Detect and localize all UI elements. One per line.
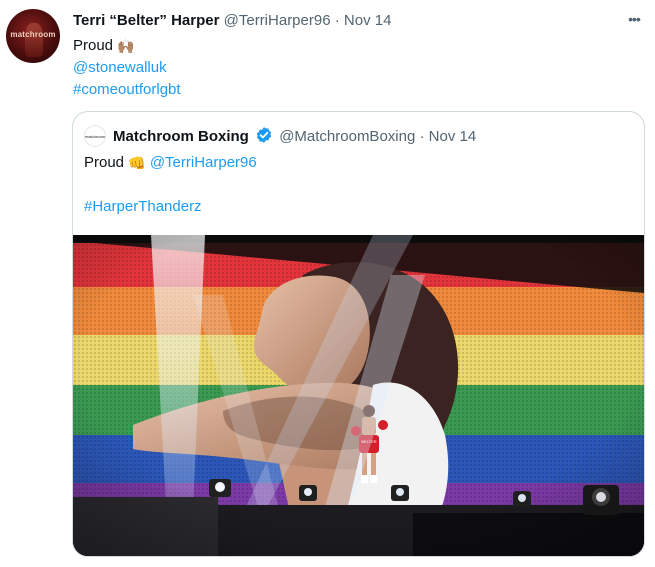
quoted-hashtag-link[interactable]: #HarperThanderz	[84, 197, 202, 217]
raised-hands-emoji-icon: 🙌🏽	[117, 38, 135, 54]
avatar-logo-text: matchroom	[10, 30, 56, 39]
quoted-tweet-header: Matchroom Boxing @MatchroomBoxing · Nov …	[113, 126, 476, 145]
quoted-display-name[interactable]: Matchroom Boxing	[113, 128, 249, 145]
tweet-date[interactable]: Nov 14	[344, 12, 392, 29]
tweet-text-proud: Proud	[73, 37, 114, 54]
quoted-author-avatar[interactable]: matchroom	[84, 125, 106, 147]
author-display-name[interactable]: Terri “Belter” Harper	[73, 12, 219, 29]
quoted-text-proud: Proud	[84, 154, 125, 171]
mention-link[interactable]: @stonewalluk	[73, 58, 167, 78]
author-avatar[interactable]: matchroom	[6, 9, 60, 63]
quoted-date[interactable]: Nov 14	[429, 128, 477, 145]
avatar-figure	[25, 23, 43, 57]
quoted-handle[interactable]: @MatchroomBoxing	[279, 128, 415, 145]
quoted-mention-link[interactable]: @TerriHarper96	[150, 154, 257, 171]
quoted-tweet-card[interactable]: matchroom Matchroom Boxing @MatchroomBox…	[72, 111, 645, 557]
more-options-icon[interactable]: •••	[622, 10, 646, 28]
quoted-header-separator: ·	[419, 128, 425, 145]
tweet-header: Terri “Belter” Harper @TerriHarper96 · N…	[73, 12, 391, 32]
verified-badge-icon	[256, 127, 272, 143]
author-handle[interactable]: @TerriHarper96	[224, 12, 331, 29]
quoted-tweet-text: Proud 👊 @TerriHarper96	[84, 153, 257, 173]
hashtag-link[interactable]: #comeoutforlgbt	[73, 80, 181, 100]
fist-bump-emoji-icon: 👊	[128, 155, 146, 171]
tweet-text: Proud 🙌🏽	[73, 36, 135, 56]
tweet-photo[interactable]: BELTER	[73, 235, 644, 556]
header-separator: ·	[334, 12, 340, 29]
